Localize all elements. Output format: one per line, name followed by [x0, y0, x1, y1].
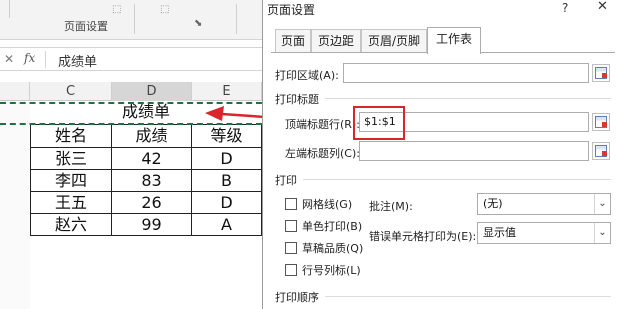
- table-cell[interactable]: 26: [112, 192, 192, 214]
- table-cell[interactable]: 42: [112, 148, 192, 170]
- tab-header-footer[interactable]: 页眉/页脚: [361, 29, 427, 53]
- checkbox-box[interactable]: [285, 264, 297, 276]
- print-section-label: 打印: [275, 174, 297, 187]
- tab-margins[interactable]: 页边距: [311, 29, 361, 53]
- section-divider: [325, 296, 611, 297]
- fx-icon[interactable]: fx: [24, 51, 35, 65]
- table-cell[interactable]: 99: [112, 214, 192, 236]
- header-cell[interactable]: 等级: [192, 125, 262, 148]
- checkbox-label: 单色打印(B): [302, 220, 363, 233]
- comments-select[interactable]: (无) ⌄: [477, 193, 611, 215]
- annotation-highlight-box: [353, 106, 405, 140]
- collapse-dialog-icon[interactable]: [592, 113, 610, 131]
- print-titles-section-label: 打印标题: [275, 93, 319, 106]
- print-area-label: 打印区域(A):: [275, 69, 339, 82]
- table-cell[interactable]: A: [192, 214, 262, 236]
- dialog-title: 页面设置: [267, 3, 316, 17]
- column-header-d[interactable]: D: [112, 82, 192, 101]
- help-button[interactable]: ?: [562, 1, 568, 15]
- checkbox-box[interactable]: [285, 198, 297, 210]
- page-setup-dialog: 页面设置 ? ✕ 页面 页边距 页眉/页脚 工作表 打印区域(A): 打印标题 …: [262, 0, 620, 309]
- section-divider: [325, 98, 611, 99]
- cell-errors-select-value: 显示值: [483, 226, 516, 239]
- checkbox-label: 草稿品质(Q): [302, 242, 364, 255]
- table-cell[interactable]: 83: [112, 170, 192, 192]
- comments-label: 批注(M):: [369, 200, 413, 213]
- row-header-strip: [0, 101, 30, 309]
- ribbon-stub: [0, 0, 10, 18]
- table-cell[interactable]: 张三: [30, 148, 112, 170]
- collapse-dialog-icon[interactable]: [592, 142, 610, 160]
- ribbon: 页面设置 ⬊ ⬚ ⬚: [0, 0, 262, 40]
- column-headers: C D E: [0, 82, 262, 101]
- column-header-c[interactable]: C: [30, 82, 112, 101]
- checkbox-box[interactable]: [285, 242, 297, 254]
- cell-errors-label: 错误单元格打印为(E):: [369, 230, 477, 243]
- formula-bar-divider: [45, 51, 46, 68]
- sheet-title-cell[interactable]: 成绩单: [30, 101, 262, 125]
- cancel-icon[interactable]: ✕: [4, 52, 14, 66]
- cell-errors-select[interactable]: 显示值 ⌄: [477, 222, 611, 244]
- ribbon-separator: [134, 4, 135, 34]
- dialog-launcher-icon[interactable]: ⬊: [194, 18, 202, 29]
- table-cell[interactable]: D: [192, 192, 262, 214]
- row-col-headings-checkbox[interactable]: 行号列标(L): [285, 262, 361, 278]
- checkbox-box[interactable]: [285, 220, 297, 232]
- table-cell[interactable]: 王五: [30, 192, 112, 214]
- ribbon-small-icon[interactable]: ⬚: [112, 4, 121, 15]
- header-cell[interactable]: 成绩: [112, 125, 192, 148]
- header-cell[interactable]: 姓名: [30, 125, 112, 148]
- chevron-down-icon[interactable]: ⌄: [594, 223, 610, 243]
- comments-select-value: (无): [483, 197, 503, 210]
- print-area-input[interactable]: [343, 63, 589, 83]
- section-divider: [303, 179, 611, 180]
- select-all-corner[interactable]: [0, 82, 30, 101]
- print-order-section-label: 打印顺序: [275, 291, 319, 304]
- tab-sheet[interactable]: 工作表: [427, 27, 481, 54]
- left-cols-label: 左端标题列(C):: [285, 147, 360, 160]
- close-button[interactable]: ✕: [597, 0, 608, 14]
- left-cols-input[interactable]: [359, 141, 589, 161]
- collapse-dialog-icon[interactable]: [592, 64, 610, 82]
- top-rows-label: 顶端标题行(R):: [285, 118, 360, 131]
- chevron-down-icon[interactable]: ⌄: [594, 194, 610, 214]
- checkbox-label: 网格线(G): [302, 198, 353, 211]
- black-and-white-checkbox[interactable]: 单色打印(B): [285, 218, 362, 234]
- table-cell[interactable]: 李四: [30, 170, 112, 192]
- gridlines-checkbox[interactable]: 网格线(G): [285, 196, 352, 212]
- formula-bar: ✕ fx 成绩单: [0, 47, 262, 71]
- column-header-e[interactable]: E: [192, 82, 262, 101]
- table-cell[interactable]: D: [192, 148, 262, 170]
- ribbon-separator: [236, 4, 237, 34]
- ribbon-small-icon[interactable]: ⬚: [160, 4, 169, 15]
- table-cell[interactable]: B: [192, 170, 262, 192]
- tab-page[interactable]: 页面: [275, 29, 311, 53]
- draft-quality-checkbox[interactable]: 草稿品质(Q): [285, 240, 363, 256]
- formula-bar-content[interactable]: 成绩单: [58, 51, 97, 70]
- checkbox-label: 行号列标(L): [302, 264, 361, 277]
- table-cell[interactable]: 赵六: [30, 214, 112, 236]
- ribbon-group-label: 页面设置: [64, 20, 108, 33]
